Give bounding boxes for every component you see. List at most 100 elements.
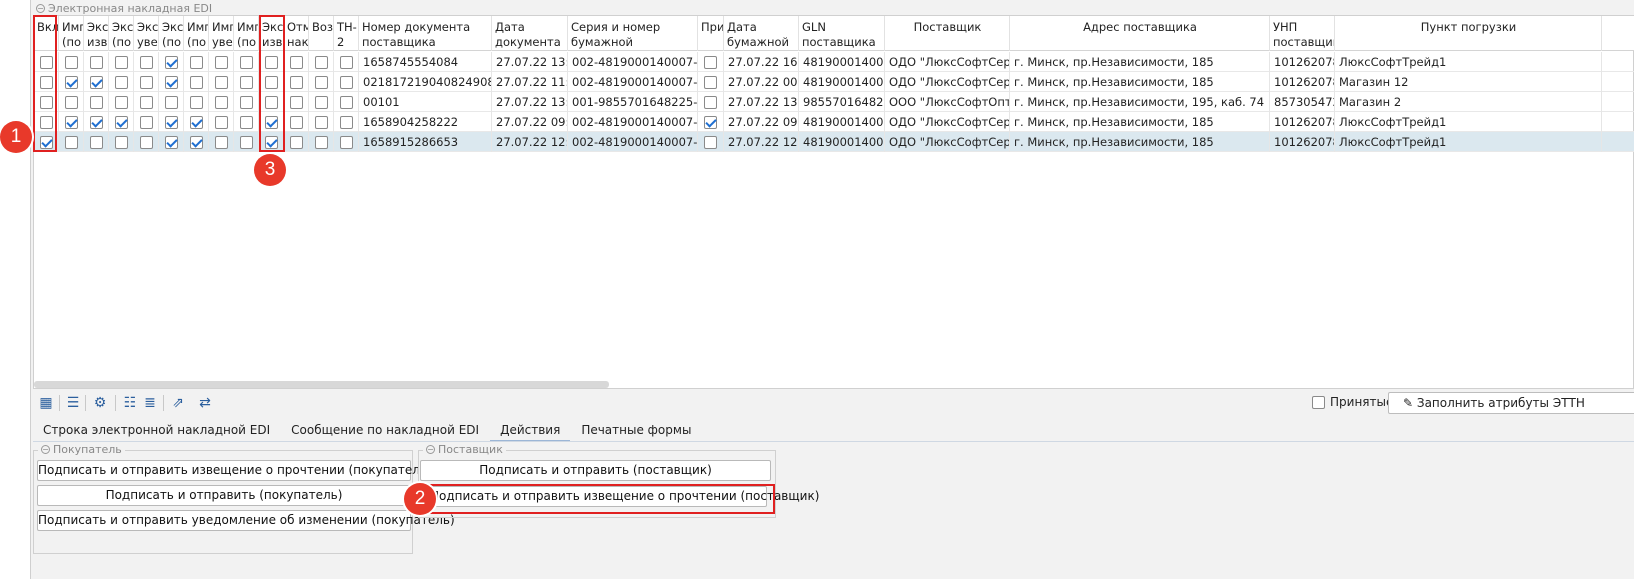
column-header-paperdate[interactable]: Дата бумажной xyxy=(724,16,799,51)
flag-checkbox[interactable] xyxy=(165,56,178,69)
horizontal-scrollbar[interactable] xyxy=(34,381,609,388)
received-checkbox[interactable] xyxy=(704,116,717,129)
flag-checkbox[interactable] xyxy=(90,96,103,109)
flag-checkbox[interactable] xyxy=(215,96,228,109)
column-header-c9[interactable]: Имп (по xyxy=(234,16,259,51)
column-header-supplier[interactable]: Поставщик xyxy=(885,16,1010,51)
tab-1[interactable]: Сообщение по накладной EDI xyxy=(281,420,489,442)
flag-checkbox[interactable] xyxy=(165,116,178,129)
received-checkbox[interactable] xyxy=(704,76,717,89)
flag-checkbox[interactable] xyxy=(315,76,328,89)
filter-icon[interactable]: ☰ xyxy=(64,394,82,412)
collapse-icon[interactable]: − xyxy=(41,445,50,454)
flag-checkbox[interactable] xyxy=(165,136,178,149)
flag-checkbox[interactable] xyxy=(240,136,253,149)
buyer-sign-change-notice-button[interactable]: Подписать и отправить уведомление об изм… xyxy=(37,510,455,531)
column-header-c4[interactable]: Эксп (по xyxy=(109,16,134,51)
flag-checkbox[interactable] xyxy=(340,76,353,89)
column-header-c13[interactable]: ТН- 2 xyxy=(334,16,359,51)
column-header-point[interactable]: Пункт погрузки xyxy=(1335,16,1602,51)
column-header-docdate[interactable]: Дата документа xyxy=(492,16,568,51)
flag-checkbox[interactable] xyxy=(65,136,78,149)
collapse-icon[interactable]: − xyxy=(36,4,45,13)
flag-checkbox[interactable] xyxy=(340,136,353,149)
column-header-c8[interactable]: Имп уве xyxy=(209,16,234,51)
flag-checkbox[interactable] xyxy=(190,136,203,149)
column-header-unp[interactable]: УНП поставщика xyxy=(1270,16,1335,51)
swap-icon[interactable]: ⇄ xyxy=(196,394,214,412)
column-header-pri[interactable]: При xyxy=(698,16,724,51)
flag-checkbox[interactable] xyxy=(90,116,103,129)
flag-checkbox[interactable] xyxy=(215,76,228,89)
gear-icon[interactable]: ⚙ xyxy=(91,394,109,412)
column-header-docnum[interactable]: Номер документа поставщика xyxy=(359,16,492,51)
received-checkbox[interactable] xyxy=(704,56,717,69)
fill-ettn-attributes-button[interactable]: ✎ Заполнить атрибуты ЭТТН xyxy=(1388,392,1634,414)
flag-checkbox[interactable] xyxy=(190,76,203,89)
tab-3[interactable]: Печатные формы xyxy=(571,420,701,442)
flag-checkbox[interactable] xyxy=(290,116,303,129)
flag-checkbox[interactable] xyxy=(240,96,253,109)
flag-checkbox[interactable] xyxy=(90,56,103,69)
flag-checkbox[interactable] xyxy=(315,56,328,69)
flag-checkbox[interactable] xyxy=(215,116,228,129)
received-checkbox[interactable] xyxy=(704,136,717,149)
flag-checkbox[interactable] xyxy=(190,116,203,129)
list-add-icon[interactable]: ≣ xyxy=(141,394,159,412)
flag-checkbox[interactable] xyxy=(290,76,303,89)
flag-checkbox[interactable] xyxy=(140,116,153,129)
column-header-series[interactable]: Серия и номер бумажной накладной xyxy=(568,16,698,51)
buyer-sign-read-notice-button[interactable]: Подписать и отправить извещение о прочте… xyxy=(37,460,432,481)
column-header-c5[interactable]: Эксп уве xyxy=(134,16,159,51)
flag-checkbox[interactable] xyxy=(190,96,203,109)
flag-checkbox[interactable] xyxy=(65,96,78,109)
accepted-checkbox[interactable] xyxy=(1312,395,1325,409)
flag-checkbox[interactable] xyxy=(115,96,128,109)
flag-checkbox[interactable] xyxy=(240,116,253,129)
flag-checkbox[interactable] xyxy=(140,56,153,69)
flag-checkbox[interactable] xyxy=(115,76,128,89)
supplier-group-title[interactable]: − Поставщик xyxy=(423,443,506,456)
buyer-group-title[interactable]: − Покупатель xyxy=(38,443,125,456)
supplier-sign-send-button[interactable]: Подписать и отправить (поставщик) xyxy=(420,460,771,481)
open-external-icon[interactable]: ⇗ xyxy=(169,394,187,412)
column-header-gln[interactable]: GLN поставщика xyxy=(799,16,885,51)
flag-checkbox[interactable] xyxy=(290,56,303,69)
flag-checkbox[interactable] xyxy=(240,56,253,69)
column-header-c6[interactable]: Эксп (по xyxy=(159,16,184,51)
flag-checkbox[interactable] xyxy=(215,136,228,149)
flag-checkbox[interactable] xyxy=(315,116,328,129)
flag-checkbox[interactable] xyxy=(115,56,128,69)
column-header-c11[interactable]: Отм нак xyxy=(284,16,309,51)
flag-checkbox[interactable] xyxy=(90,136,103,149)
flag-checkbox[interactable] xyxy=(65,76,78,89)
column-header-c3[interactable]: Эксп изв xyxy=(84,16,109,51)
flag-checkbox[interactable] xyxy=(140,136,153,149)
column-header-c12[interactable]: Возв xyxy=(309,16,334,51)
flag-checkbox[interactable] xyxy=(215,56,228,69)
flag-checkbox[interactable] xyxy=(190,56,203,69)
buyer-sign-send-button[interactable]: Подписать и отправить (покупатель) xyxy=(37,485,411,506)
flag-checkbox[interactable] xyxy=(240,76,253,89)
flag-checkbox[interactable] xyxy=(340,96,353,109)
tab-2[interactable]: Действия xyxy=(490,420,571,442)
flag-checkbox[interactable] xyxy=(165,76,178,89)
tab-0[interactable]: Строка электронной накладной EDI xyxy=(33,420,280,442)
column-header-c2[interactable]: Имп (по xyxy=(59,16,84,51)
flag-checkbox[interactable] xyxy=(90,76,103,89)
flag-checkbox[interactable] xyxy=(340,116,353,129)
flag-checkbox[interactable] xyxy=(65,116,78,129)
flag-checkbox[interactable] xyxy=(290,96,303,109)
collapse-icon[interactable]: − xyxy=(426,445,435,454)
numbered-list-icon[interactable]: ☷ xyxy=(121,394,139,412)
flag-checkbox[interactable] xyxy=(340,56,353,69)
flag-checkbox[interactable] xyxy=(290,136,303,149)
flag-checkbox[interactable] xyxy=(315,136,328,149)
flag-checkbox[interactable] xyxy=(115,116,128,129)
flag-checkbox[interactable] xyxy=(65,56,78,69)
flag-checkbox[interactable] xyxy=(315,96,328,109)
flag-checkbox[interactable] xyxy=(140,76,153,89)
flag-checkbox[interactable] xyxy=(140,96,153,109)
flag-checkbox[interactable] xyxy=(165,96,178,109)
column-header-address[interactable]: Адрес поставщика xyxy=(1010,16,1270,51)
